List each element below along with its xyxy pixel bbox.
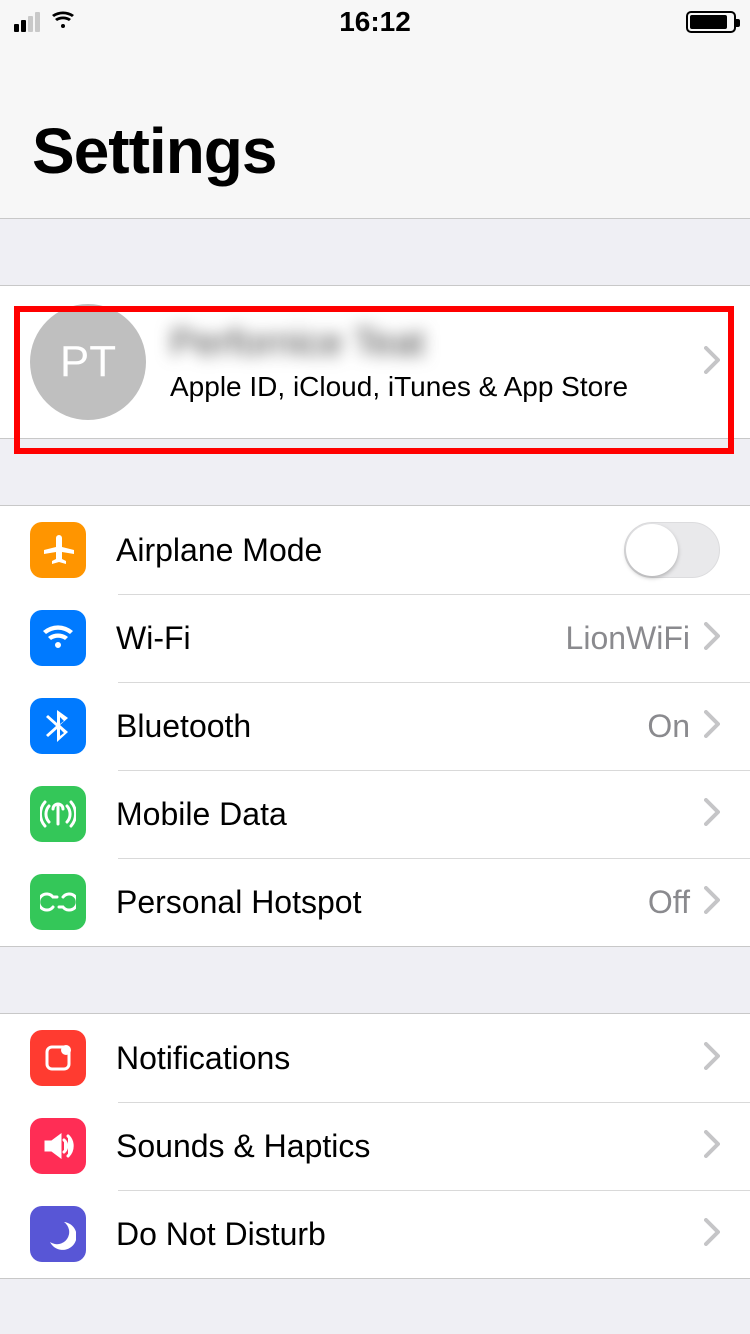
wifi-value: LionWiFi — [566, 620, 690, 657]
apple-id-group: PT Perfornice Teat Apple ID, iCloud, iTu… — [0, 285, 750, 439]
chevron-right-icon — [704, 1218, 720, 1251]
apple-id-row[interactable]: PT Perfornice Teat Apple ID, iCloud, iTu… — [0, 286, 750, 438]
notifications-row[interactable]: Notifications — [0, 1014, 750, 1102]
chevron-right-icon — [704, 622, 720, 655]
sounds-label: Sounds & Haptics — [116, 1128, 704, 1165]
wifi-row[interactable]: Wi-Fi LionWiFi — [0, 594, 750, 682]
page-title: Settings — [32, 114, 718, 188]
dnd-row[interactable]: Do Not Disturb — [0, 1190, 750, 1278]
section-gap — [0, 219, 750, 285]
personal-hotspot-row[interactable]: Personal Hotspot Off — [0, 858, 750, 946]
dnd-label: Do Not Disturb — [116, 1216, 704, 1253]
do-not-disturb-icon — [30, 1206, 86, 1262]
battery-icon — [686, 11, 736, 33]
notifications-icon — [30, 1030, 86, 1086]
hotspot-label: Personal Hotspot — [116, 884, 648, 921]
status-left — [14, 10, 76, 35]
bluetooth-label: Bluetooth — [116, 708, 647, 745]
hotspot-value: Off — [648, 884, 690, 921]
apple-id-name: Perfornice Teat — [170, 322, 704, 365]
chevron-right-icon — [704, 346, 720, 379]
status-right — [686, 11, 736, 33]
apple-id-texts: Perfornice Teat Apple ID, iCloud, iTunes… — [170, 322, 704, 403]
mobile-data-icon — [30, 786, 86, 842]
chevron-right-icon — [704, 798, 720, 831]
chevron-right-icon — [704, 1042, 720, 1075]
mobile-data-row[interactable]: Mobile Data — [0, 770, 750, 858]
notifications-label: Notifications — [116, 1040, 704, 1077]
chevron-right-icon — [704, 710, 720, 743]
chevron-right-icon — [704, 886, 720, 919]
bluetooth-icon — [30, 698, 86, 754]
airplane-mode-label: Airplane Mode — [116, 532, 624, 569]
status-time: 16:12 — [339, 6, 411, 38]
cellular-signal-icon — [14, 12, 40, 32]
bluetooth-value: On — [647, 708, 690, 745]
chevron-right-icon — [704, 1130, 720, 1163]
airplane-mode-row[interactable]: Airplane Mode — [0, 506, 750, 594]
status-bar: 16:12 — [0, 0, 750, 44]
sounds-icon — [30, 1118, 86, 1174]
wifi-icon — [30, 610, 86, 666]
mobile-data-label: Mobile Data — [116, 796, 690, 833]
section-gap — [0, 947, 750, 1013]
sounds-row[interactable]: Sounds & Haptics — [0, 1102, 750, 1190]
connectivity-group: Airplane Mode Wi-Fi LionWiFi Bluetooth O… — [0, 505, 750, 947]
avatar: PT — [30, 304, 146, 420]
section-gap — [0, 439, 750, 505]
hotspot-icon — [30, 874, 86, 930]
bluetooth-row[interactable]: Bluetooth On — [0, 682, 750, 770]
notifications-group: Notifications Sounds & Haptics Do Not Di… — [0, 1013, 750, 1279]
airplane-mode-toggle[interactable] — [624, 522, 720, 578]
wifi-label: Wi-Fi — [116, 620, 566, 657]
airplane-icon — [30, 522, 86, 578]
wifi-status-icon — [50, 10, 76, 35]
large-title-area: Settings — [0, 44, 750, 219]
apple-id-subtitle: Apple ID, iCloud, iTunes & App Store — [170, 371, 704, 403]
